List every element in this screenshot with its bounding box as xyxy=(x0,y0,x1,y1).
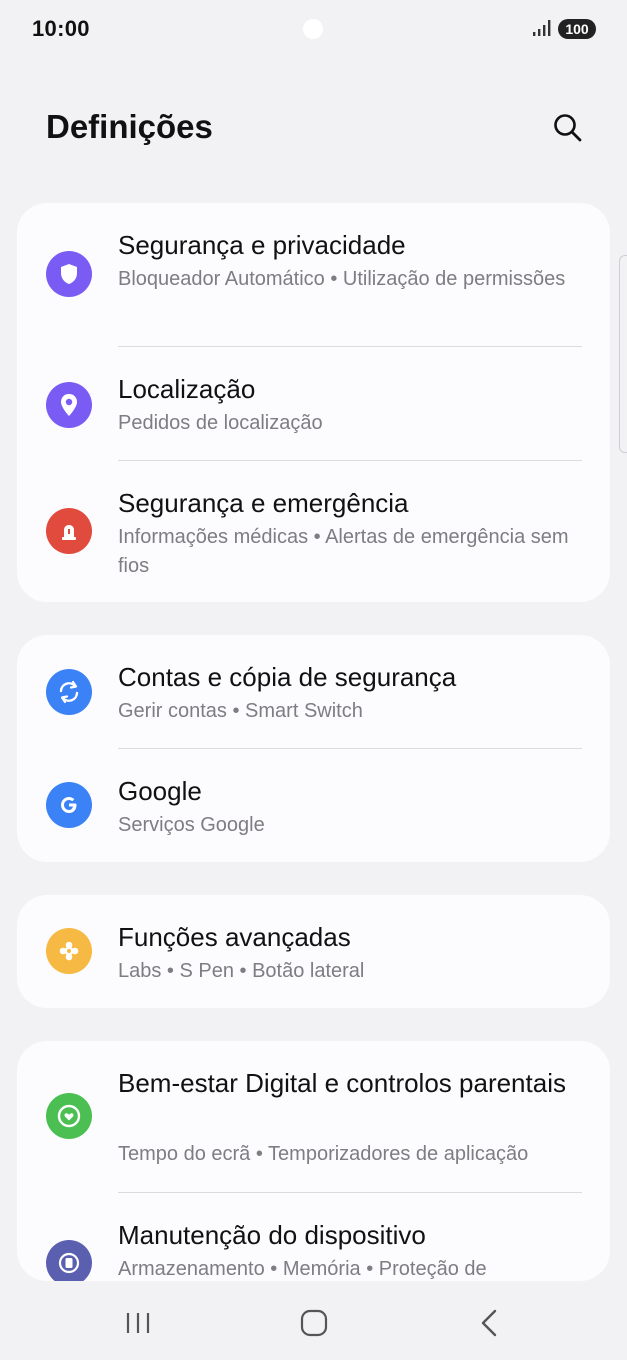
google-icon xyxy=(46,782,92,828)
location-pin-icon xyxy=(46,382,92,428)
shield-icon xyxy=(46,251,92,297)
setting-title: Manutenção do dispositivo xyxy=(118,1220,426,1250)
scroll-indicator[interactable] xyxy=(619,255,627,453)
setting-title: Segurança e emergência xyxy=(118,488,409,518)
setting-title: Contas e cópia de segurança xyxy=(118,662,457,692)
settings-group-advanced: Funções avançadas Labs • S Pen • Botão l… xyxy=(17,895,610,1008)
signal-icon xyxy=(533,20,551,36)
setting-advanced-features[interactable]: Funções avançadas Labs • S Pen • Botão l… xyxy=(17,895,610,1008)
search-button[interactable] xyxy=(548,108,588,148)
setting-title: Segurança e privacidade xyxy=(118,230,406,260)
back-icon xyxy=(481,1309,497,1337)
status-time: 10:00 xyxy=(32,16,90,41)
setting-device-care[interactable]: Manutenção do dispositivo Armazenamento … xyxy=(17,1193,610,1281)
search-icon xyxy=(554,114,582,142)
setting-subtitle: Tempo do ecrã • Temporizadores de aplica… xyxy=(118,1143,529,1165)
settings-group-accounts: Contas e cópia de segurança Gerir contas… xyxy=(17,635,610,862)
sync-icon xyxy=(46,669,92,715)
back-button[interactable] xyxy=(460,1301,520,1345)
puzzle-gear-icon xyxy=(46,928,92,974)
settings-group-wellbeing: Bem-estar Digital e controlos parentais … xyxy=(17,1041,610,1281)
recents-icon xyxy=(126,1313,150,1333)
setting-title: Google xyxy=(118,776,202,806)
navigation-bar xyxy=(0,1281,627,1360)
home-button[interactable] xyxy=(284,1301,344,1345)
setting-location[interactable]: Localização Pedidos de localização xyxy=(17,347,610,461)
home-icon xyxy=(300,1309,328,1337)
setting-subtitle: Labs • S Pen • Botão lateral xyxy=(118,960,365,982)
setting-subtitle: Gerir contas • Smart Switch xyxy=(118,700,363,722)
setting-digital-wellbeing[interactable]: Bem-estar Digital e controlos parentais … xyxy=(17,1041,610,1192)
settings-group-security: Segurança e privacidade Bloqueador Autom… xyxy=(17,203,610,602)
heart-circle-icon xyxy=(46,1093,92,1139)
settings-screen: 10:00 100 Definições Segurança e privaci… xyxy=(0,0,627,1360)
setting-title: Bem-estar Digital e controlos parentais xyxy=(118,1068,566,1098)
setting-subtitle: Informações médicas • Alertas de emergên… xyxy=(118,526,569,577)
emergency-siren-icon xyxy=(46,508,92,554)
setting-subtitle: Pedidos de localização xyxy=(118,412,323,434)
recents-button[interactable] xyxy=(108,1301,168,1345)
device-care-icon xyxy=(46,1240,92,1281)
battery-indicator: 100 xyxy=(558,19,596,39)
setting-subtitle: Armazenamento • Memória • Proteção de xyxy=(118,1258,487,1280)
setting-title: Funções avançadas xyxy=(118,922,351,952)
setting-security-privacy[interactable]: Segurança e privacidade Bloqueador Autom… xyxy=(17,203,610,346)
page-title: Definições xyxy=(46,108,213,145)
front-camera xyxy=(303,19,323,39)
setting-google[interactable]: Google Serviços Google xyxy=(17,749,610,862)
setting-subtitle: Serviços Google xyxy=(118,814,265,836)
setting-title: Localização xyxy=(118,374,256,404)
status-bar: 10:00 100 xyxy=(0,0,627,60)
setting-subtitle: Bloqueador Automático • Utilização de pe… xyxy=(118,268,566,290)
setting-safety-emergency[interactable]: Segurança e emergência Informações médic… xyxy=(17,461,610,602)
setting-accounts-backup[interactable]: Contas e cópia de segurança Gerir contas… xyxy=(17,635,610,748)
